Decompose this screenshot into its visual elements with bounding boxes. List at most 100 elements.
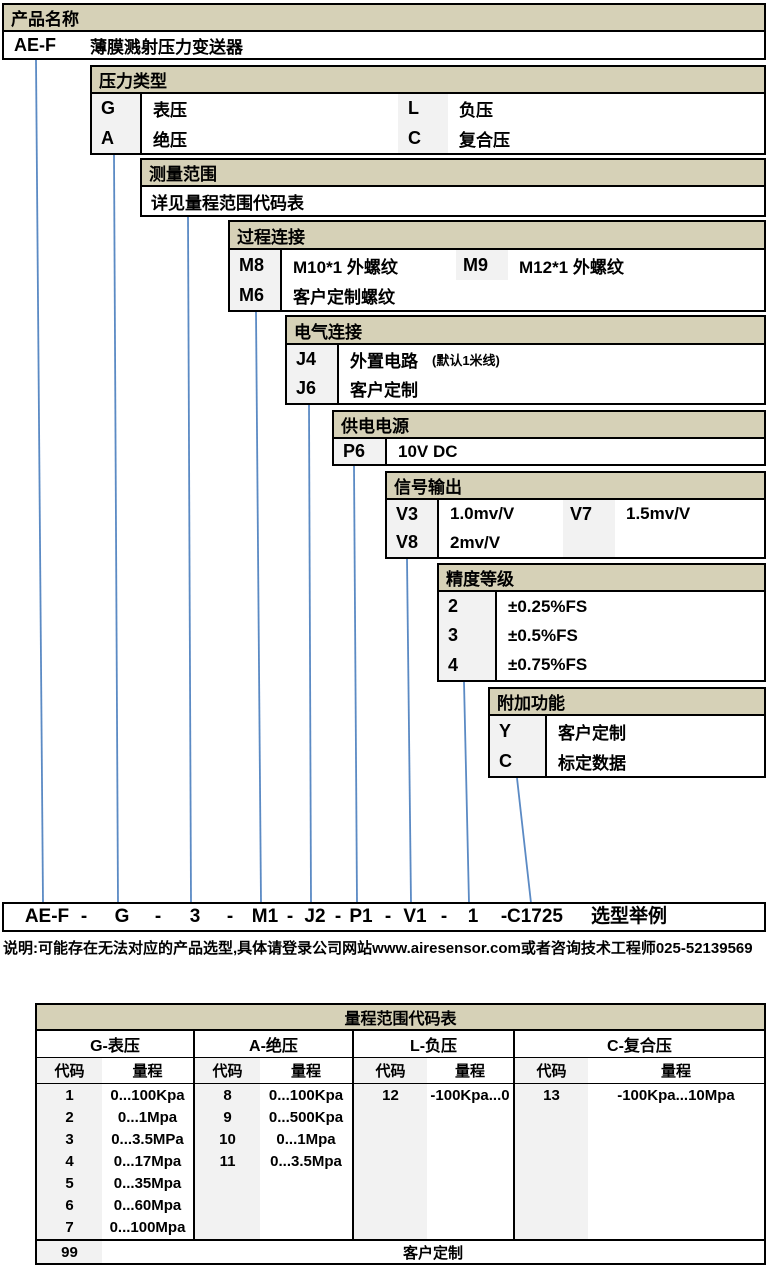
example-code-box: AE-F - G - 3 - M1 - J2 - P1 - V1 - 1 - C… (2, 902, 766, 932)
example-code: C1725 (507, 904, 563, 930)
table-row: 12-100Kpa...0 (354, 1084, 513, 1106)
range-value: 0...1Mpa (260, 1131, 352, 1148)
range-code: 11 (195, 1153, 260, 1170)
range-value: 0...60Mpa (102, 1197, 193, 1214)
product-name-box: 产品名称 AE-F 薄膜溅射压力变送器 (2, 3, 766, 60)
measuring-range-header: 测量范围 (142, 160, 764, 187)
footer-label: 客户定制 (102, 1241, 764, 1263)
connector-line-addons (517, 778, 531, 903)
connector-line-range (188, 217, 191, 903)
option-label: ±0.5%FS (497, 621, 764, 650)
range-value: 0...17Mpa (102, 1153, 193, 1170)
example-code: P1 (349, 904, 372, 930)
example-separator: - (155, 904, 161, 930)
range-group-l: 12-100Kpa...0 (354, 1084, 515, 1239)
table-row: 80...100Kpa (195, 1084, 352, 1106)
connector-line-accuracy (464, 682, 469, 903)
table-row: 90...500Kpa (195, 1106, 352, 1128)
group-header-c: C-复合压 (515, 1031, 764, 1057)
table-row: 50...35Mpa (37, 1172, 193, 1194)
option-code: P6 (334, 439, 387, 464)
example-separator: - (81, 904, 87, 930)
footer-code: 99 (37, 1241, 102, 1263)
option-code: M8 (230, 250, 282, 280)
range-value: 0...3.5MPa (102, 1131, 193, 1148)
additional-functions-box: 附加功能 Y 客户定制 C 标定数据 (488, 687, 766, 778)
range-code: 7 (37, 1219, 102, 1236)
option-label: 10V DC (387, 439, 764, 464)
option-label: 客户定制螺纹 (282, 280, 764, 310)
process-connection-box: 过程连接 M8 M10*1 外螺纹 M9 M12*1 外螺纹 M6 客户定制螺纹 (228, 220, 766, 312)
signal-output-box: 信号输出 V3 1.0mv/V V7 1.5mv/V V8 2mv/V (385, 471, 766, 559)
product-code: AE-F (4, 32, 90, 58)
electrical-connection-box: 电气连接 J4 外置电路 (默认1米线) J6 客户定制 (285, 315, 766, 405)
table-row: 100...1Mpa (195, 1128, 352, 1150)
option-label: 1.5mv/V (615, 500, 764, 529)
subheader-range: 量程 (427, 1058, 513, 1083)
range-value: 0...100Kpa (260, 1087, 352, 1104)
range-table-footer: 99 客户定制 (37, 1239, 764, 1263)
option-label: 绝压 (142, 124, 398, 154)
example-code: V1 (403, 904, 426, 930)
additional-functions-header: 附加功能 (490, 689, 764, 716)
option-code: V8 (387, 529, 439, 558)
range-code: 9 (195, 1109, 260, 1126)
range-code: 6 (37, 1197, 102, 1214)
option-code: M6 (230, 280, 282, 310)
product-name-title: 产品名称 (11, 5, 79, 30)
connector-line-process (256, 312, 261, 903)
range-table-subheaders: 代码 量程 代码 量程 代码 量程 代码 量程 (37, 1058, 764, 1084)
option-label: 1.0mv/V (439, 500, 563, 529)
range-code: 12 (354, 1087, 427, 1104)
range-group-c: 13-100Kpa...10Mpa (515, 1084, 764, 1239)
range-table-title: 量程范围代码表 (37, 1005, 764, 1031)
option-code: L (398, 94, 448, 124)
example-code: M1 (252, 904, 278, 930)
option-code: M9 (456, 250, 508, 280)
table-row: 70...100Mpa (37, 1216, 193, 1238)
subheader-range: 量程 (260, 1058, 352, 1083)
range-code: 10 (195, 1131, 260, 1148)
table-row: 40...17Mpa (37, 1150, 193, 1172)
example-code: AE-F (25, 904, 69, 930)
power-supply-box: 供电电源 P6 10V DC (332, 410, 766, 466)
accuracy-class-box: 精度等级 2 ±0.25%FS 3 ±0.5%FS 4 ±0.75%FS (437, 563, 766, 682)
signal-output-header: 信号输出 (387, 473, 764, 500)
disclaimer-note: 说明:可能存在无法对应的产品选型,具体请登录公司网站www.airesensor… (3, 937, 766, 958)
group-header-g: G-表压 (37, 1031, 195, 1057)
additional-functions-title: 附加功能 (497, 689, 565, 714)
subheader-code: 代码 (195, 1058, 260, 1083)
subheader-range: 量程 (588, 1058, 764, 1083)
table-row: 60...60Mpa (37, 1194, 193, 1216)
electrical-connection-title: 电气连接 (294, 318, 362, 343)
range-value: 0...3.5Mpa (260, 1153, 352, 1170)
option-label: 标定数据 (547, 746, 764, 776)
group-header-l: L-负压 (354, 1031, 515, 1057)
pressure-type-header: 压力类型 (92, 67, 764, 94)
empty-label (615, 529, 764, 558)
range-value: 0...100Kpa (102, 1087, 193, 1104)
example-separator: - (227, 904, 233, 930)
empty-code-cell (563, 529, 615, 558)
range-value: 0...500Kpa (260, 1109, 352, 1126)
connector-line-pressure (114, 155, 118, 903)
signal-output-title: 信号输出 (394, 473, 462, 498)
option-label: 复合压 (448, 124, 764, 154)
option-code: 3 (439, 621, 497, 650)
measuring-range-title: 测量范围 (149, 160, 217, 185)
example-separator: - (385, 904, 391, 930)
option-code: V3 (387, 500, 439, 529)
option-label: 外置电路 (339, 345, 418, 374)
example-separator: - (335, 904, 341, 930)
range-code: 1 (37, 1087, 102, 1104)
range-code: 2 (37, 1109, 102, 1126)
process-connection-title: 过程连接 (237, 223, 305, 248)
range-code: 4 (37, 1153, 102, 1170)
option-label: 客户定制 (547, 716, 764, 746)
electrical-connection-header: 电气连接 (287, 317, 764, 345)
product-name-header: 产品名称 (4, 5, 764, 32)
range-code: 5 (37, 1175, 102, 1192)
example-code: 3 (190, 904, 201, 930)
option-code: J4 (287, 345, 339, 374)
range-value: 0...1Mpa (102, 1109, 193, 1126)
